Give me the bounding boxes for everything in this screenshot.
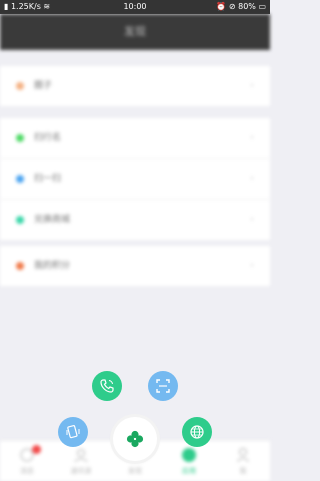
globe-icon [190, 425, 204, 439]
tab-label: 通讯录 [70, 467, 92, 475]
list-item-points[interactable]: 我的积分 › [0, 246, 270, 286]
alarm-icon: ⏰ [216, 2, 227, 11]
shake-button[interactable] [58, 417, 88, 447]
circle-icon [16, 82, 24, 90]
tab-messages[interactable]: 消息 [0, 441, 54, 481]
unread-badge [32, 445, 41, 454]
tab-label: 应用 [182, 467, 196, 475]
points-icon [16, 262, 24, 270]
discover-list: 圈子 › 扫行名 › 扫一扫 › 兑换商城 › 我的积分 › [0, 50, 270, 440]
status-right: ⏰ ⊘ 80% ▭ [216, 0, 266, 14]
scan-button[interactable] [148, 371, 178, 401]
scan-name-icon [16, 134, 24, 142]
call-button[interactable] [92, 371, 122, 401]
clover-menu-button[interactable] [113, 417, 157, 461]
chevron-right-icon: › [250, 260, 254, 271]
tab-me[interactable]: 我 [216, 441, 270, 481]
shop-icon [16, 216, 24, 224]
tab-label: 发现 [128, 467, 142, 475]
list-item-label: 圈子 [34, 81, 53, 91]
list-item-shop[interactable]: 兑换商城 › [0, 200, 270, 240]
chevron-right-icon: › [250, 80, 254, 91]
tab-label: 消息 [20, 467, 34, 475]
scan-frame-icon [156, 379, 170, 393]
list-item-label: 扫行名 [34, 133, 62, 143]
phone-icon [100, 379, 114, 393]
tab-label: 我 [239, 467, 247, 475]
profile-icon [237, 447, 249, 463]
page-title: 发现 [124, 25, 146, 38]
list-item-scan[interactable]: 扫一扫 › [0, 159, 270, 200]
tab-apps[interactable]: 应用 [162, 441, 216, 481]
group-circle: 圈子 › [0, 66, 270, 106]
chevron-right-icon: › [250, 132, 254, 143]
apps-icon [182, 448, 196, 462]
group-tools: 扫行名 › 扫一扫 › 兑换商城 › [0, 118, 270, 240]
list-item-circle[interactable]: 圈子 › [0, 66, 270, 106]
status-bar: ▮ 1.25K/s ≋ 10:00 ⏰ ⊘ 80% ▭ [0, 0, 270, 14]
group-points: 我的积分 › [0, 246, 270, 286]
web-button[interactable] [182, 417, 212, 447]
list-item-scan-name[interactable]: 扫行名 › [0, 118, 270, 159]
list-item-label: 我的积分 [34, 261, 71, 271]
battery-icon: ▭ [258, 2, 266, 11]
mute-icon: ⊘ [228, 2, 236, 11]
list-item-label: 兑换商城 [34, 215, 71, 225]
chevron-right-icon: › [250, 173, 254, 184]
contacts-icon [74, 448, 88, 463]
battery-level: 80% [238, 2, 256, 11]
clover-icon [126, 430, 144, 448]
list-item-label: 扫一扫 [34, 174, 62, 184]
title-bar: 发现 [0, 14, 270, 50]
shake-phone-icon [66, 425, 80, 439]
tab-contacts[interactable]: 通讯录 [54, 441, 108, 481]
scan-icon [16, 175, 24, 183]
chevron-right-icon: › [250, 214, 254, 225]
